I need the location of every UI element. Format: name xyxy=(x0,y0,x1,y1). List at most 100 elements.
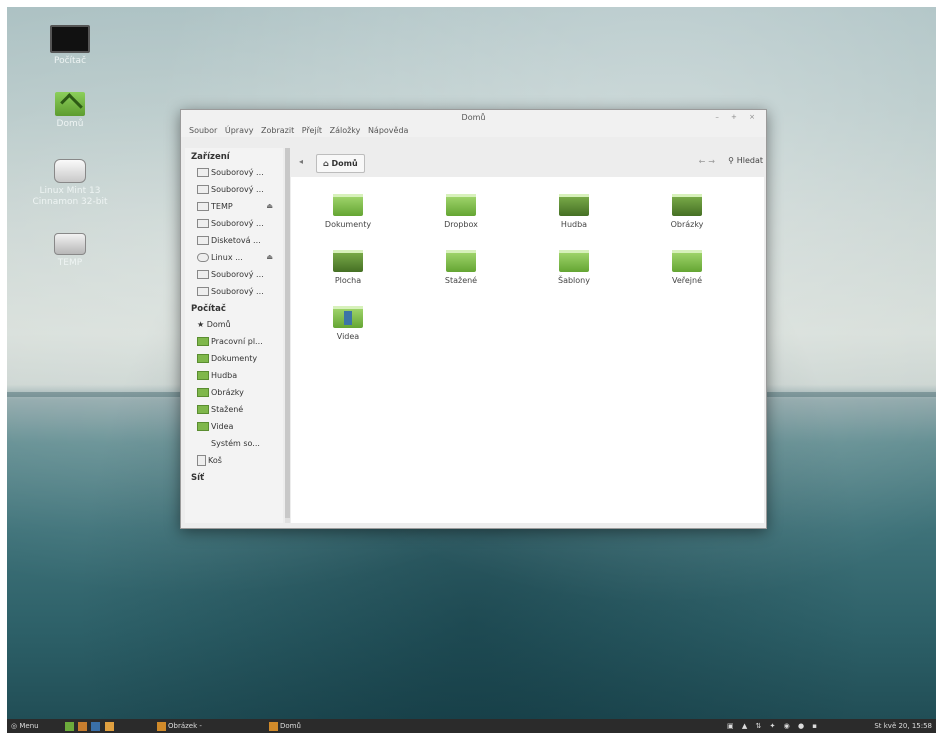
sidebar-header-computer: Počítač xyxy=(191,304,226,314)
task-button-home[interactable]: Domů xyxy=(269,719,301,733)
videos-folder-icon xyxy=(333,306,363,328)
sidebar-item-temp[interactable]: TEMP ⏏ xyxy=(185,198,283,215)
drive-icon xyxy=(197,185,209,194)
breadcrumb-left-arrow-icon[interactable]: ◂ xyxy=(299,157,303,166)
drive-icon xyxy=(197,202,209,211)
toolbar: ◂ ⌂ Domů ←→ ⚲ Hledat xyxy=(291,148,766,177)
menu-bookmarks[interactable]: Záložky xyxy=(330,126,361,135)
sidebar-item-label: Souborový ... xyxy=(211,219,264,228)
task-button-image[interactable]: Obrázek - xyxy=(157,719,202,733)
folder-label: Dropbox xyxy=(444,220,478,229)
breadcrumb-home[interactable]: ⌂ Domů xyxy=(316,154,365,173)
folder-label: Videa xyxy=(336,332,360,341)
folder-label: Hudba xyxy=(560,220,588,229)
sidebar-item-device[interactable]: Souborový ... xyxy=(185,164,283,181)
folder-label: Obrázky xyxy=(670,220,704,229)
files-icon[interactable] xyxy=(104,721,114,731)
eject-icon[interactable]: ⏏ xyxy=(266,198,273,215)
scrollbar-thumb[interactable] xyxy=(285,148,290,518)
menu-file[interactable]: Soubor xyxy=(189,126,217,135)
taskbar: ◎ Menu Obrázek - Domů ▣ ▲ ⇅ ✦ ◉ ● ▪ St k… xyxy=(7,719,936,733)
sidebar-scrollbar[interactable] xyxy=(285,148,290,523)
sidebar-item-videos[interactable]: Videa xyxy=(185,418,283,435)
window-controls[interactable]: – + × xyxy=(715,110,760,125)
menu-help[interactable]: Nápověda xyxy=(368,126,409,135)
sidebar-item-device[interactable]: Souborový ... xyxy=(185,283,283,300)
sidebar-item-label: Videa xyxy=(211,422,234,431)
filesystem-icon xyxy=(197,439,209,448)
videos-folder-icon xyxy=(197,422,209,431)
firefox-icon[interactable] xyxy=(78,721,88,731)
folder-item-plocha[interactable]: Plocha xyxy=(308,250,388,285)
folder-item-verejne[interactable]: Veřejné xyxy=(647,250,727,285)
sidebar-item-trash[interactable]: Koš xyxy=(185,452,283,469)
desktop-icon-install-disc[interactable]: Linux Mint 13 Cinnamon 32-bit xyxy=(27,159,113,208)
home-folder-icon xyxy=(55,92,85,116)
disc-icon xyxy=(54,159,86,183)
places-sidebar: Zařízení Souborový ... Souborový ... TEM… xyxy=(185,148,283,523)
sidebar-item-music[interactable]: Hudba xyxy=(185,367,283,384)
pictures-folder-icon xyxy=(672,194,702,216)
sidebar-item-label: Hudba xyxy=(211,371,238,380)
sidebar-item-documents[interactable]: Dokumenty xyxy=(185,350,283,367)
sidebar-item-filesystem[interactable]: Systém so... xyxy=(185,435,283,452)
folder-item-stazene[interactable]: Stažené xyxy=(421,250,501,285)
drive-icon xyxy=(197,270,209,279)
sidebar-item-floppy[interactable]: Disketová ... xyxy=(185,232,283,249)
pictures-folder-icon xyxy=(197,388,209,397)
sidebar-item-label: TEMP xyxy=(211,202,233,211)
sidebar-item-device[interactable]: Souborový ... xyxy=(185,215,283,232)
sidebar-item-device[interactable]: Souborový ... xyxy=(185,181,283,198)
clock[interactable]: St kvě 20, 15:58 xyxy=(874,719,932,733)
folder-label: Stažené xyxy=(444,276,478,285)
desktop-folder-icon xyxy=(333,250,363,272)
file-manager-window: Domů – + × Soubor Úpravy Zobrazit Přejít… xyxy=(180,109,767,529)
folder-item-obrazky[interactable]: Obrázky xyxy=(647,194,727,229)
documents-folder-icon xyxy=(197,354,209,363)
drive-icon xyxy=(197,219,209,228)
desktop: Počítač Domů Linux Mint 13 Cinnamon 32-b… xyxy=(7,7,936,733)
sidebar-item-linux-disc[interactable]: Linux ... ⏏ xyxy=(185,249,283,266)
folder-item-videa[interactable]: Videa xyxy=(308,306,388,341)
desktop-icon-label: Linux Mint 13 Cinnamon 32-bit xyxy=(32,186,108,207)
sidebar-item-pictures[interactable]: Obrázky xyxy=(185,384,283,401)
navigation-arrows[interactable]: ←→ xyxy=(699,157,718,166)
menu-view[interactable]: Zobrazit xyxy=(261,126,294,135)
drive-icon xyxy=(197,168,209,177)
folder-item-hudba[interactable]: Hudba xyxy=(534,194,614,229)
home-icon: ⌂ xyxy=(323,159,332,168)
sidebar-item-home[interactable]: ★ Domů xyxy=(185,316,283,333)
public-folder-icon xyxy=(672,250,702,272)
monitor-icon xyxy=(50,25,90,53)
downloads-folder-icon xyxy=(446,250,476,272)
menu-edit[interactable]: Úpravy xyxy=(225,126,254,135)
sidebar-item-label: Stažené xyxy=(211,405,244,414)
sidebar-header-network: Síť xyxy=(191,473,205,483)
sidebar-item-device[interactable]: Souborový ... xyxy=(185,266,283,283)
desktop-icon-computer[interactable]: Počítač xyxy=(27,25,113,67)
desktop-icon-home[interactable]: Domů xyxy=(27,92,113,130)
sidebar-item-label: Systém so... xyxy=(211,439,260,448)
folder-item-dropbox[interactable]: Dropbox xyxy=(421,194,501,229)
sidebar-item-desktop[interactable]: Pracovní pl... xyxy=(185,333,283,350)
file-view: Dokumenty Dropbox Hudba Obrázky Plocha S… xyxy=(291,177,764,523)
sidebar-item-label: Souborový ... xyxy=(211,287,264,296)
tray-icons[interactable]: ▣ ▲ ⇅ ✦ ◉ ● ▪ xyxy=(727,722,820,730)
folder-item-sablony[interactable]: Šablony xyxy=(534,250,614,285)
system-tray[interactable]: ▣ ▲ ⇅ ✦ ◉ ● ▪ xyxy=(727,719,820,733)
folder-item-dokumenty[interactable]: Dokumenty xyxy=(308,194,388,229)
menu-button[interactable]: ◎ Menu xyxy=(11,719,39,733)
window-titlebar[interactable]: Domů – + × xyxy=(181,110,766,125)
show-desktop-icon[interactable] xyxy=(65,721,74,731)
desktop-icon-label: TEMP xyxy=(57,258,83,268)
search-button[interactable]: ⚲ Hledat xyxy=(728,156,763,165)
folder-label: Dokumenty xyxy=(324,220,372,229)
sidebar-item-label: Souborový ... xyxy=(211,270,264,279)
drive-icon xyxy=(197,287,209,296)
menu-go[interactable]: Přejít xyxy=(302,126,322,135)
terminal-icon[interactable] xyxy=(91,721,101,731)
desktop-icon-temp[interactable]: TEMP xyxy=(27,233,113,269)
sidebar-item-downloads[interactable]: Stažené xyxy=(185,401,283,418)
window-title: Domů xyxy=(461,113,486,122)
eject-icon[interactable]: ⏏ xyxy=(266,249,273,266)
